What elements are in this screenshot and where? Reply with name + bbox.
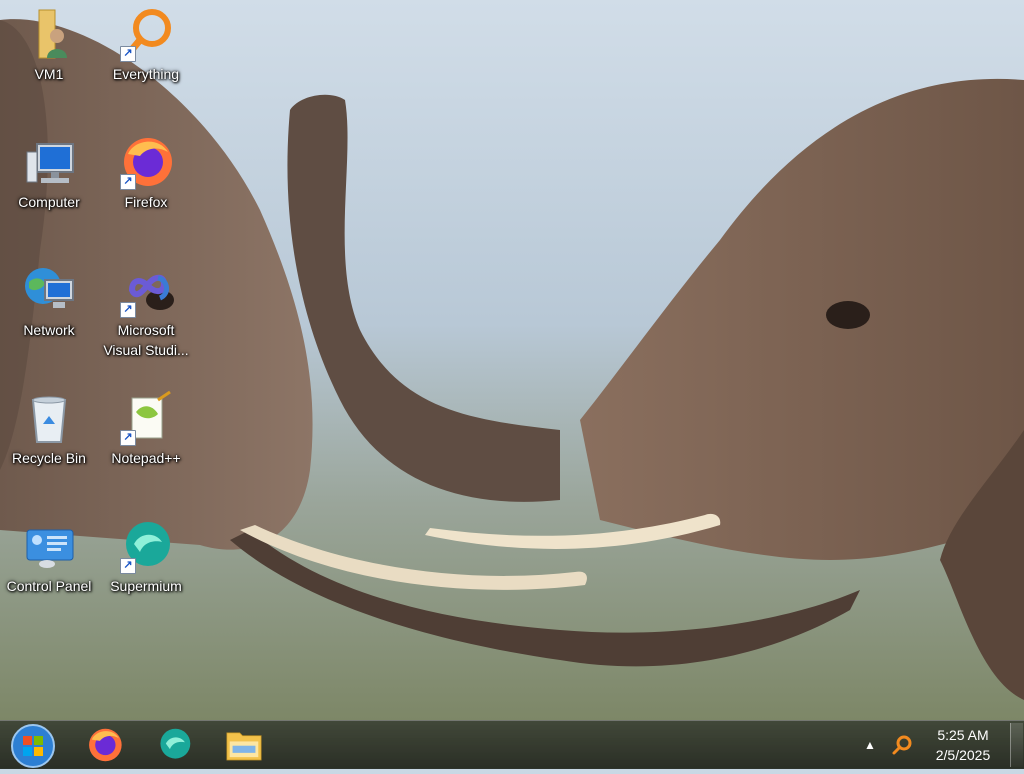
everything-search-icon: ↗	[118, 6, 174, 62]
shortcut-arrow-icon: ↗	[120, 302, 136, 318]
everything-search-icon[interactable]	[890, 733, 914, 757]
firefox-icon: ↗	[118, 134, 174, 190]
desktop-icon-label: Microsoft Visual Studi...	[100, 320, 192, 360]
visual-studio-icon: ↗	[118, 262, 174, 318]
shortcut-arrow-icon: ↗	[120, 174, 136, 190]
desktop-icon-label: Control Panel	[6, 578, 92, 594]
desktop-icon-everything[interactable]: ↗ Everything	[100, 6, 192, 84]
taskbar: ▲ 5:25 AM 2/5/2025	[0, 720, 1024, 769]
shortcut-arrow-icon: ↗	[120, 430, 136, 446]
desktop-icon-recycle-bin[interactable]: Recycle Bin	[3, 390, 95, 468]
chevron-up-icon[interactable]: ▲	[860, 735, 880, 755]
desktop-icon-label: Firefox	[124, 194, 168, 210]
network-icon	[21, 262, 77, 318]
desktop-icon-supermium[interactable]: ↗ Supermium	[100, 518, 192, 596]
desktop-icon-label: Supermium	[110, 578, 182, 594]
desktop-icon-label: VM1	[34, 66, 64, 82]
label-line-1: Microsoft	[117, 322, 175, 338]
windows-logo-icon	[11, 724, 55, 768]
desktop-wallpaper	[0, 0, 1024, 720]
desktop-icon-network[interactable]: Network	[3, 262, 95, 340]
recycle-bin-icon	[21, 390, 77, 446]
desktop-icon-label: Computer	[18, 194, 80, 210]
start-button[interactable]	[10, 723, 56, 769]
desktop-icon-label: Network	[23, 322, 75, 338]
taskbar-supermium-button[interactable]	[146, 723, 202, 767]
shortcut-arrow-icon: ↗	[120, 558, 136, 574]
computer-icon	[21, 134, 77, 190]
control-panel-icon	[21, 518, 77, 574]
desktop-icon-vm1[interactable]: VM1	[3, 6, 95, 84]
desktop-icon-computer[interactable]: Computer	[3, 134, 95, 212]
show-desktop-button[interactable]	[1010, 723, 1023, 767]
desktop-icon-firefox[interactable]: ↗ Firefox	[100, 134, 192, 212]
desktop-icon-notepad-plus-plus[interactable]: ↗ Notepad++	[100, 390, 192, 468]
supermium-icon	[160, 728, 191, 759]
desktop-icon-visual-studio[interactable]: ↗ Microsoft Visual Studi...	[100, 262, 192, 360]
firefox-icon	[89, 728, 122, 762]
clock-date: 2/5/2025	[935, 747, 991, 763]
file-explorer-icon	[226, 732, 262, 761]
desktop-icon-control-panel[interactable]: Control Panel	[3, 518, 95, 596]
taskbar-firefox-button[interactable]	[76, 723, 132, 767]
shortcut-arrow-icon: ↗	[120, 46, 136, 62]
desktop-icon-label: Recycle Bin	[12, 450, 86, 466]
desktop-icon-label: Everything	[112, 66, 180, 82]
notepad-plus-plus-icon: ↗	[118, 390, 174, 446]
system-clock[interactable]: 5:25 AM 2/5/2025	[920, 725, 1006, 765]
clock-time: 5:25 AM	[937, 727, 989, 743]
user-folder-icon	[21, 6, 77, 62]
taskbar-file-explorer-button[interactable]	[216, 723, 272, 767]
supermium-icon: ↗	[118, 518, 174, 574]
label-line-2: Visual Studi...	[103, 342, 189, 358]
desktop-icon-label: Notepad++	[111, 450, 181, 466]
